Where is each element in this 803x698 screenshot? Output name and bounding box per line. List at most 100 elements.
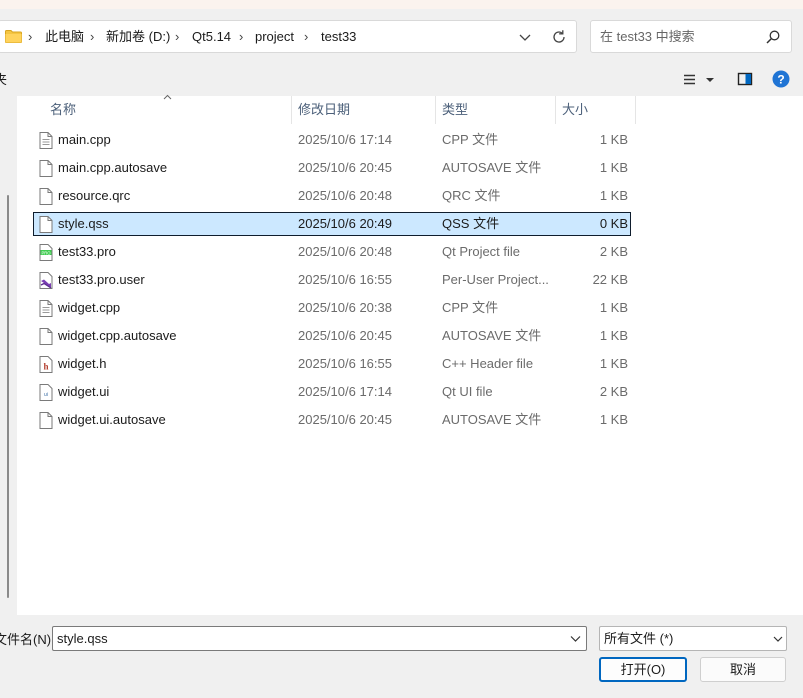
file-name: main.cpp [58, 132, 111, 147]
visual-studio-file-icon [39, 272, 53, 289]
svg-text:?: ? [777, 73, 784, 87]
sort-ascending-icon [163, 94, 172, 100]
preview-pane-icon[interactable] [737, 71, 753, 87]
file-type: CPP 文件 [442, 300, 499, 315]
dialog-footer: 文件名(N): 所有文件 (*) 打开(O) 取消 [0, 615, 803, 698]
view-options-icon[interactable] [682, 71, 714, 89]
svg-text:PRO: PRO [41, 250, 51, 255]
file-row[interactable]: main.cpp 2025/10/6 17:14 CPP 文件 1 KB [34, 129, 632, 153]
filename-label: 文件名(N): [0, 632, 55, 647]
chevron-right-icon[interactable]: › [90, 28, 94, 46]
svg-text:ui: ui [44, 392, 48, 398]
file-size: 1 KB [599, 328, 628, 343]
file-type: Qt Project file [442, 244, 521, 259]
breadcrumb-qt514[interactable]: Qt5.14 [192, 28, 231, 46]
file-size: 1 KB [599, 356, 628, 371]
refresh-icon[interactable] [549, 27, 569, 47]
file-row[interactable]: h widget.h 2025/10/6 16:55 C++ Header file 1… [34, 353, 632, 377]
file-size: 1 KB [599, 412, 628, 427]
open-button[interactable]: 打开(O) [599, 657, 687, 682]
file-name: widget.ui [58, 384, 110, 399]
file-modified-date: 2025/10/6 20:48 [298, 188, 392, 203]
file-size: 22 KB [592, 272, 628, 287]
file-name: widget.cpp.autosave [58, 328, 177, 343]
column-divider[interactable] [435, 96, 436, 124]
column-header-type[interactable]: 类型 [442, 96, 468, 124]
file-name: main.cpp.autosave [58, 160, 168, 175]
new-folder-button[interactable]: 夹 [0, 71, 7, 89]
file-modified-date: 2025/10/6 17:14 [298, 132, 392, 147]
file-size: 1 KB [599, 188, 628, 203]
address-bar[interactable]: › 此电脑 › 新加卷 (D:) › Qt5.14 › project › te… [0, 20, 577, 53]
file-row[interactable]: main.cpp.autosave 2025/10/6 20:45 AUTOSAVE… [34, 157, 632, 181]
breadcrumb-project[interactable]: project [255, 28, 294, 46]
column-divider[interactable] [555, 96, 556, 124]
blank-file-icon [39, 328, 53, 345]
search-box[interactable]: 在 test33 中搜索 [590, 20, 792, 53]
file-name: test33.pro.user [58, 272, 145, 287]
file-row[interactable]: ui widget.ui 2025/10/6 17:14 Qt UI file 2 KB [34, 381, 632, 405]
blank-file-icon [39, 188, 53, 205]
breadcrumb-test33[interactable]: test33 [321, 28, 356, 46]
chevron-right-icon[interactable]: › [175, 28, 179, 46]
chevron-right-icon: › [28, 29, 33, 44]
file-type-value: 所有文件 (*) [604, 631, 674, 646]
file-row[interactable]: PRO test33.pro 2025/10/6 20:48 Qt Project f… [34, 241, 632, 265]
column-header-date[interactable]: 修改日期 [298, 96, 350, 124]
file-row[interactable]: resource.qrc 2025/10/6 20:48 QRC 文件 1 KB [34, 185, 632, 209]
file-type: QRC 文件 [442, 188, 501, 203]
chevron-down-icon[interactable] [772, 633, 784, 645]
column-divider[interactable] [291, 96, 292, 124]
file-size: 1 KB [599, 160, 628, 175]
file-name: widget.h [58, 356, 107, 371]
qt-pro-file-icon: PRO [39, 244, 53, 261]
file-size: 0 KB [599, 216, 628, 231]
file-modified-date: 2025/10/6 16:55 [298, 272, 392, 287]
folder-icon [5, 30, 22, 43]
file-type: QSS 文件 [442, 216, 500, 231]
nav-scrollbar[interactable] [7, 195, 9, 598]
cancel-button[interactable]: 取消 [700, 657, 786, 682]
column-divider[interactable] [635, 96, 636, 124]
search-placeholder[interactable]: 在 test33 中搜索 [600, 28, 695, 46]
file-size: 2 KB [599, 244, 628, 259]
chevron-down-icon[interactable] [569, 632, 582, 645]
file-modified-date: 2025/10/6 20:45 [298, 328, 392, 343]
file-modified-date: 2025/10/6 20:45 [298, 412, 392, 427]
file-name: test33.pro [58, 244, 116, 259]
chevron-right-icon[interactable]: › [239, 28, 243, 46]
header-file-icon: h [39, 356, 53, 373]
file-row[interactable]: widget.cpp 2025/10/6 20:38 CPP 文件 1 KB [34, 297, 632, 321]
blank-file-icon [39, 216, 53, 233]
file-type: Per-User Project... [442, 272, 549, 287]
file-name: widget.cpp [58, 300, 121, 315]
file-type: AUTOSAVE 文件 [442, 412, 542, 427]
file-type: CPP 文件 [442, 132, 499, 147]
file-modified-date: 2025/10/6 20:38 [298, 300, 392, 315]
file-type-select[interactable]: 所有文件 (*) [599, 626, 787, 651]
command-bar: 夹 ? [0, 65, 803, 96]
chevron-right-icon[interactable]: › [304, 28, 308, 46]
column-header-size[interactable]: 大小 [562, 96, 588, 124]
chevron-down-icon[interactable] [516, 28, 534, 46]
navigation-pane [0, 96, 17, 615]
file-type: Qt UI file [442, 384, 493, 399]
breadcrumb-drive-d[interactable]: 新加卷 (D:) [106, 28, 170, 46]
file-row[interactable]: widget.ui.autosave 2025/10/6 20:45 AUTOSAV… [34, 409, 632, 433]
column-header-name[interactable]: 名称 [50, 96, 76, 124]
file-size: 2 KB [599, 384, 628, 399]
filename-input[interactable] [52, 626, 587, 651]
file-list: 名称 修改日期 类型 大小 main.cpp 2025/10/6 17:14 CPP… [17, 94, 803, 615]
file-modified-date: 2025/10/6 20:49 [298, 216, 392, 231]
help-icon[interactable]: ? [772, 70, 790, 88]
file-row[interactable]: test33.pro.user 2025/10/6 16:55 Per-User P… [34, 269, 632, 293]
breadcrumb-this-pc[interactable]: 此电脑 [45, 28, 84, 46]
file-row[interactable]: style.qss 2025/10/6 20:49 QSS 文件 0 KB [33, 212, 631, 236]
text-file-icon [39, 132, 53, 149]
search-icon[interactable] [765, 29, 781, 45]
blank-file-icon [39, 412, 53, 429]
file-type: C++ Header file [442, 356, 534, 371]
file-row[interactable]: widget.cpp.autosave 2025/10/6 20:45 AUTOSA… [34, 325, 632, 349]
address-row: › 此电脑 › 新加卷 (D:) › Qt5.14 › project › te… [0, 9, 803, 65]
file-modified-date: 2025/10/6 20:45 [298, 160, 392, 175]
